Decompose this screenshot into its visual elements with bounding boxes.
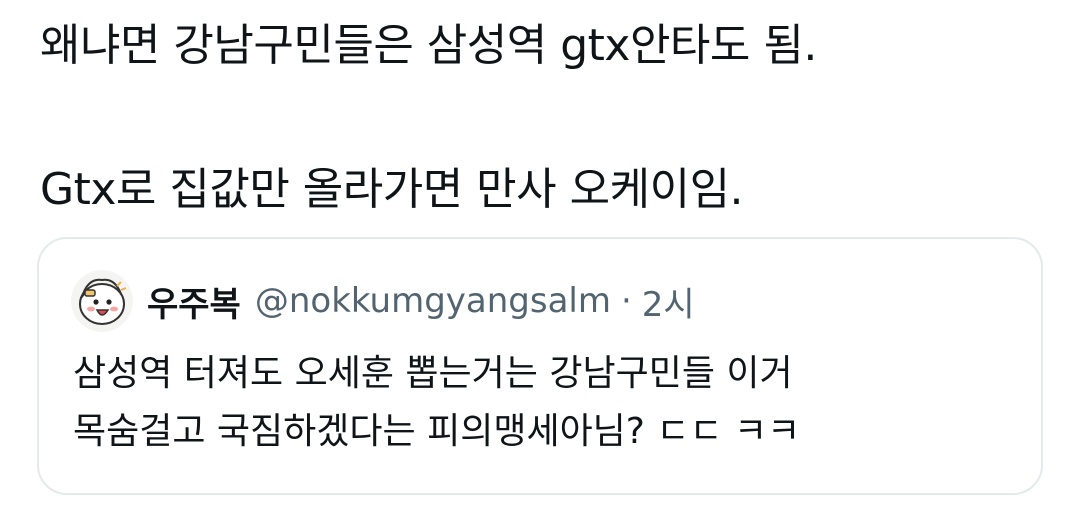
quote-timestamp[interactable]: 2시	[642, 277, 695, 326]
quote-text-line-2: 목숨걸고 국짐하겠다는 피의맹세아님? ㄷㄷ ㅋㅋ	[73, 411, 801, 452]
quote-text-line-1: 삼성역 터져도 오세훈 뽑는거는 강남구민들 이거	[73, 353, 793, 394]
quote-tweet-text: 삼성역 터져도 오세훈 뽑는거는 강남구민들 이거 목숨걸고 국짐하겠다는 피의…	[73, 345, 1013, 461]
cartoon-character-avatar-icon[interactable]	[71, 270, 133, 332]
quote-tweet-header: 우주복 @nokkumgyangsalm · 2시	[71, 269, 695, 333]
header-separator: ·	[620, 281, 632, 321]
quote-author-display-name[interactable]: 우주복	[147, 277, 241, 326]
tweet-text: 왜냐면 강남구민들은 삼성역 gtx안타도 됨. Gtx로 집값만 올라가면 만…	[40, 10, 1050, 226]
tweet-text-line-1: 왜냐면 강남구민들은 삼성역 gtx안타도 됨.	[40, 20, 817, 71]
quote-author-handle[interactable]: @nokkumgyangsalm	[255, 281, 611, 321]
quote-tweet-card[interactable]: 우주복 @nokkumgyangsalm · 2시 삼성역 터져도 오세훈 뽑는…	[37, 237, 1043, 495]
tweet-text-line-2: Gtx로 집값만 올라가면 만사 오케이임.	[40, 164, 744, 215]
